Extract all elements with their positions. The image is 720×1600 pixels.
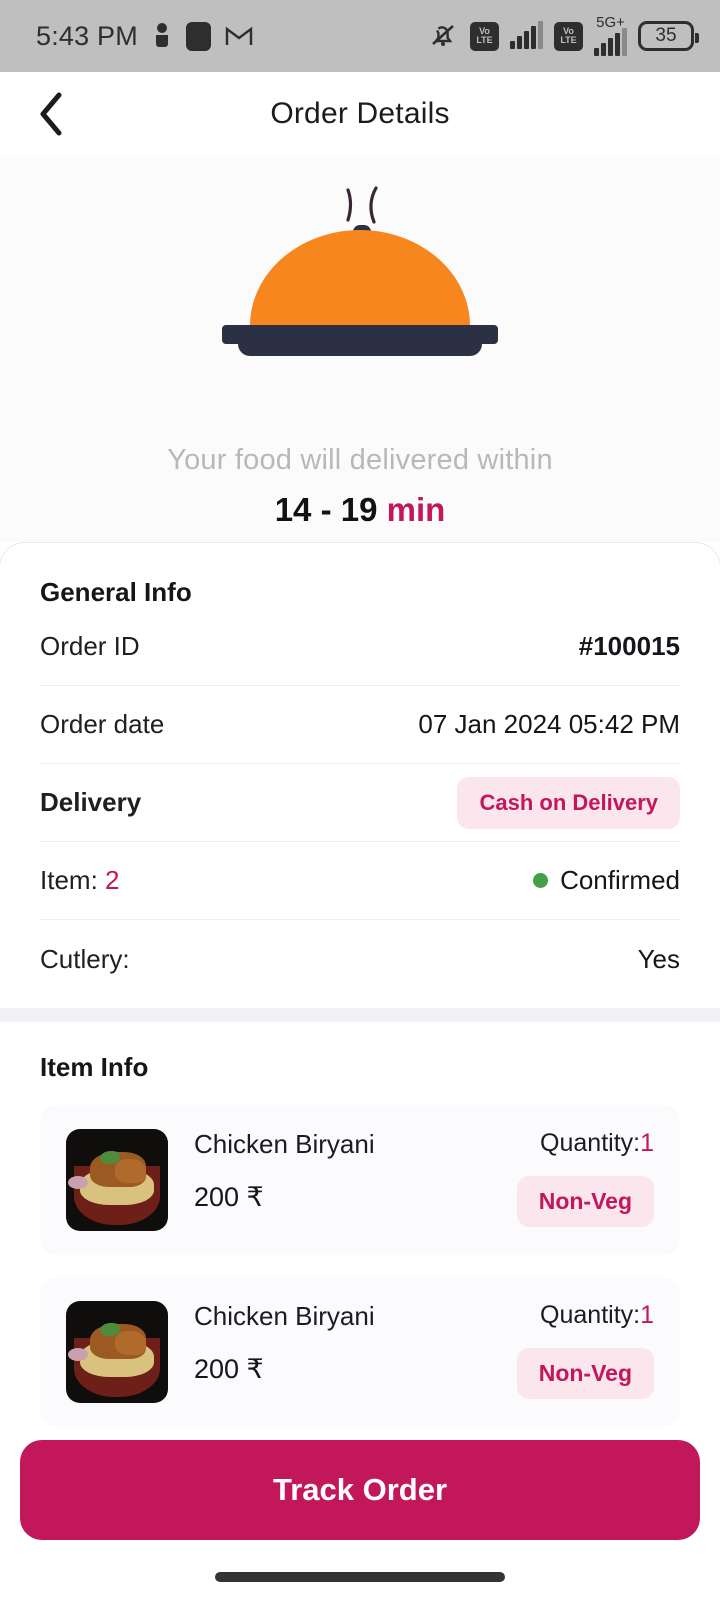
item-quantity-value: 1 — [640, 1129, 654, 1157]
volte-icon-2: Vo LTE — [554, 21, 583, 51]
item-price: 200 ₹ — [194, 1182, 264, 1212]
person-icon — [152, 22, 172, 50]
item-count-value: 2 — [105, 865, 120, 895]
status-bar-right: Vo LTE Vo LTE 5G+ 35 — [427, 14, 699, 56]
list-item[interactable]: Chicken Biryani 200 ₹ Quantity:1 Non-Veg — [40, 1277, 680, 1427]
food-cloche-icon — [210, 178, 510, 368]
delivery-eta-hero: Your food will delivered within 14 - 19 … — [0, 156, 720, 542]
diet-badge: Non-Veg — [516, 1176, 654, 1227]
list-item[interactable]: Chicken Biryani 200 ₹ Quantity:1 Non-Veg — [40, 1105, 680, 1255]
item-name: Chicken Biryani — [194, 1301, 375, 1331]
volte-icon: Vo LTE — [470, 21, 499, 51]
eta-value: 14 - 19 min — [275, 491, 446, 529]
item-details: Chicken Biryani 200 ₹ — [194, 1301, 491, 1385]
payment-method-badge: Cash on Delivery — [457, 776, 680, 829]
chevron-left-icon — [40, 92, 62, 136]
item-quantity-value: 1 — [640, 1301, 654, 1329]
app-square-icon — [185, 21, 211, 51]
item-thumbnail — [66, 1129, 168, 1231]
gmail-icon — [225, 24, 253, 48]
order-date-row: Order date 07 Jan 2024 05:42 PM — [40, 686, 680, 764]
eta-label: Your food will delivered within — [167, 444, 553, 476]
mute-bell-icon — [427, 21, 459, 51]
cutlery-row: Cutlery: Yes — [40, 920, 680, 998]
eta-range: 14 - 19 — [274, 491, 378, 528]
order-id-row: Order ID #100015 — [40, 608, 680, 686]
status-bar-clock: 5:43 PM — [36, 20, 138, 51]
status-bar-left: 5:43 PM — [36, 21, 253, 52]
signal-bars-icon-2 — [594, 28, 627, 56]
cutlery-label: Cutlery: — [40, 943, 130, 974]
item-meta: Quantity:1 Non-Veg — [516, 1129, 654, 1227]
eta-unit: min — [386, 491, 446, 528]
bottom-action-bar: Track Order — [0, 1440, 720, 1540]
item-quantity: Quantity:1 — [517, 1301, 654, 1330]
item-quantity-label: Quantity: — [540, 1301, 641, 1329]
order-id-label: Order ID — [40, 631, 140, 661]
item-price: 200 ₹ — [194, 1354, 264, 1384]
5g-plus-icon: 5G+ — [594, 14, 627, 56]
section-divider — [0, 1008, 720, 1022]
delivery-label: Delivery — [40, 787, 142, 817]
order-date-label: Order date — [40, 709, 165, 739]
order-status: Confirmed — [533, 865, 680, 896]
general-info-card: General Info Order ID #100015 Order date… — [0, 542, 720, 1008]
network-label: 5G+ — [596, 14, 625, 31]
item-meta: Quantity:1 Non-Veg — [516, 1301, 654, 1399]
status-dot-icon — [533, 873, 549, 888]
item-name: Chicken Biryani — [194, 1129, 375, 1159]
app-bar: Order Details — [0, 72, 720, 156]
general-info-title: General Info — [40, 577, 192, 607]
diet-badge: Non-Veg — [516, 1348, 654, 1399]
battery-indicator: 35 — [638, 21, 699, 51]
track-order-button[interactable]: Track Order — [20, 1440, 700, 1540]
item-quantity: Quantity:1 — [517, 1129, 654, 1158]
item-info-section: Item Info Chicken Biryani 200 ₹ Quantity… — [0, 1022, 720, 1427]
delivery-row: Delivery Cash on Delivery — [40, 764, 680, 842]
order-details-screen: 5:43 PM Vo LTE Vo LTE 5G+ 35 Order Detai… — [0, 0, 720, 1600]
page-title: Order Details — [270, 97, 450, 130]
signal-bars-icon — [510, 21, 543, 49]
status-bar: 5:43 PM Vo LTE Vo LTE 5G+ 35 — [0, 0, 720, 72]
item-thumbnail — [66, 1301, 168, 1403]
back-button[interactable] — [24, 87, 78, 141]
item-count-row: Item: 2 Confirmed — [40, 842, 680, 920]
item-count-text: Item: — [40, 865, 98, 895]
order-id-value: #100015 — [578, 631, 680, 661]
cutlery-value: Yes — [637, 943, 680, 974]
item-quantity-label: Quantity: — [540, 1129, 641, 1157]
item-details: Chicken Biryani 200 ₹ — [194, 1129, 491, 1213]
item-info-title: Item Info — [40, 1052, 149, 1082]
gesture-navigation-bar[interactable] — [215, 1572, 505, 1582]
order-date-value: 07 Jan 2024 05:42 PM — [418, 709, 680, 739]
status-badge: Confirmed — [560, 865, 680, 895]
item-count-label: Item: 2 — [40, 865, 120, 896]
